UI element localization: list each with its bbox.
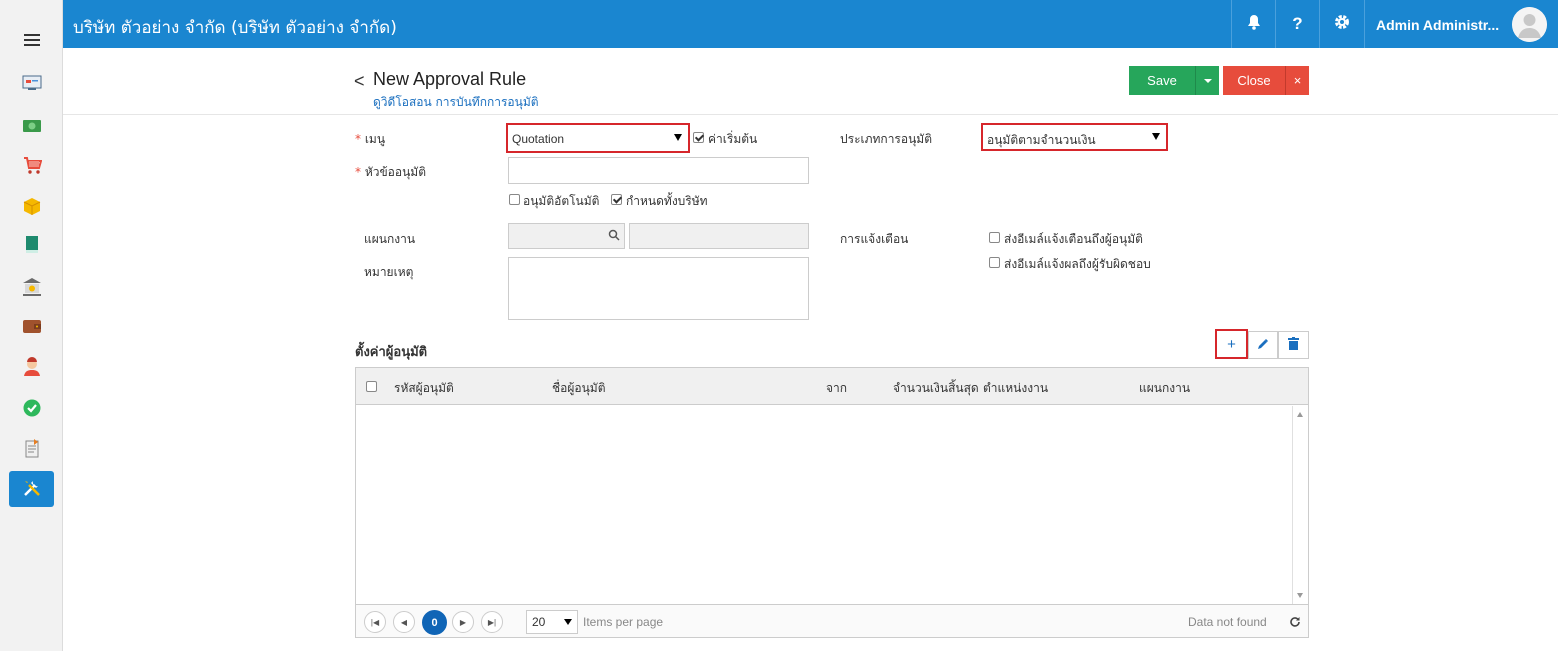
page-size-select[interactable]: 20 [526, 610, 578, 634]
default-checkbox[interactable] [693, 132, 704, 143]
remark-label: หมายเหตุ [364, 265, 414, 279]
auto-approve-checkbox[interactable] [509, 194, 520, 205]
grid-scrollbar[interactable] [1292, 406, 1308, 604]
report-icon[interactable] [22, 438, 42, 458]
save-button[interactable]: Save [1129, 66, 1195, 95]
approvers-grid: รหัสผู้อนุมัติ ชื่อผู้อนุมัติ จาก จำนวนเ… [355, 367, 1309, 638]
bell-icon [1247, 14, 1261, 35]
current-page[interactable]: 0 [422, 610, 447, 635]
remark-textarea[interactable] [508, 257, 809, 320]
column-header[interactable]: ตำแหน่งงาน [983, 379, 1048, 398]
required-mark: * [355, 132, 361, 146]
next-page-button[interactable]: ▶ [452, 611, 474, 633]
sidebar [0, 0, 63, 651]
caret-down-icon [674, 134, 682, 141]
refresh-icon[interactable] [1289, 616, 1301, 631]
gear-icon [1333, 13, 1351, 36]
menu-label: * เมนู [355, 132, 386, 146]
book-icon[interactable] [22, 235, 42, 255]
caret-down-icon [1152, 133, 1160, 140]
department-label: แผนกงาน [364, 232, 416, 246]
save-dropdown-button[interactable] [1195, 66, 1219, 95]
box-icon[interactable] [22, 196, 42, 216]
subject-label: * หัวข้ออนุมัติ [355, 165, 426, 179]
column-header[interactable]: ชื่อผู้อนุมัติ [552, 379, 606, 398]
close-button[interactable]: Close [1223, 66, 1285, 95]
pencil-icon [1257, 337, 1269, 354]
help-button[interactable]: ? [1275, 0, 1319, 48]
user-menu[interactable]: Admin Administr... [1364, 0, 1558, 48]
edit-approver-button[interactable] [1248, 331, 1278, 359]
notify-approver-label: ส่งอีเมล์แจ้งเตือนถึงผู้อนุมัติ [1004, 232, 1143, 246]
user-icon[interactable] [22, 357, 42, 377]
tutorial-link[interactable]: ดูวิดีโอสอน การบันทึกการอนุมัติ [373, 93, 539, 112]
department-name-input [629, 223, 809, 249]
notify-owner-label: ส่งอีเมล์แจ้งผลถึงผู้รับผิดชอบ [1004, 257, 1151, 271]
menu-select-value: Quotation [512, 132, 565, 146]
notify-approver-checkbox[interactable] [989, 232, 1000, 243]
default-label: ค่าเริ่มต้น [708, 132, 758, 146]
last-page-button[interactable]: ▶| [481, 611, 503, 633]
scroll-up-icon[interactable] [1297, 412, 1303, 417]
sidebar-item-settings[interactable] [9, 471, 54, 507]
column-header[interactable]: จาก [826, 379, 847, 398]
notify-label: การแจ้งเตือน [840, 232, 909, 246]
add-approver-button[interactable]: + [1215, 329, 1248, 359]
dashboard-icon[interactable] [22, 73, 42, 93]
help-icon: ? [1292, 14, 1303, 33]
page-title: New Approval Rule [373, 69, 527, 89]
header-divider [63, 114, 1558, 115]
grid-header: รหัสผู้อนุมัติ ชื่อผู้อนุมัติ จาก จำนวนเ… [356, 368, 1308, 405]
department-code-input[interactable] [508, 223, 625, 249]
column-header[interactable]: รหัสผู้อนุมัติ [394, 379, 454, 398]
money-icon[interactable] [22, 116, 42, 136]
company-title: บริษัท ตัวอย่าง จำกัด (บริษัท ตัวอย่าง จ… [73, 18, 397, 38]
auto-approve-label: อนุมัติอัตโนมัติ [523, 194, 600, 208]
wallet-icon[interactable] [22, 316, 42, 336]
hamburger-menu-icon[interactable] [24, 34, 40, 46]
subject-input[interactable] [508, 157, 809, 184]
caret-down-icon [564, 619, 572, 625]
approval-type-label: ประเภทการอนุมัติ [840, 132, 932, 146]
prev-page-button[interactable]: ◀ [393, 611, 415, 633]
delete-approver-button[interactable] [1278, 331, 1309, 359]
close-icon[interactable]: × [1285, 66, 1309, 95]
first-page-button[interactable]: |◀ [364, 611, 386, 633]
page-size-value: 20 [532, 615, 546, 629]
approval-type-value: อนุมัติตามจำนวนเงิน [987, 133, 1096, 147]
scroll-down-icon[interactable] [1297, 593, 1303, 598]
avatar[interactable] [1512, 7, 1547, 42]
user-name: Admin Administr... [1376, 17, 1500, 33]
plus-icon: + [1227, 335, 1236, 353]
back-icon[interactable]: < [354, 71, 365, 92]
approval-type-select[interactable]: อนุมัติตามจำนวนเงิน [981, 123, 1168, 151]
top-bar: บริษัท ตัวอย่าง จำกัด (บริษัท ตัวอย่าง จ… [63, 0, 1558, 48]
items-per-page-label: Items per page [583, 615, 664, 629]
bank-icon[interactable] [22, 277, 42, 297]
notify-owner-checkbox[interactable] [989, 257, 1000, 268]
tools-icon [22, 478, 42, 501]
select-all-checkbox[interactable] [366, 381, 377, 392]
caret-down-icon [1203, 78, 1212, 83]
cart-icon[interactable] [22, 155, 42, 175]
search-icon[interactable] [608, 229, 620, 244]
notification-button[interactable] [1231, 0, 1275, 48]
settings-button[interactable] [1319, 0, 1363, 48]
empty-message: Data not found [1188, 615, 1267, 629]
company-wide-checkbox[interactable] [611, 194, 622, 205]
menu-select[interactable]: Quotation [506, 123, 690, 153]
approve-icon[interactable] [22, 398, 42, 418]
company-wide-label: กำหนดทั้งบริษัท [626, 194, 708, 208]
approvers-section-title: ตั้งค่าผู้อนุมัติ [355, 345, 428, 360]
trash-icon [1288, 336, 1299, 354]
column-header[interactable]: แผนกงาน [1139, 379, 1190, 398]
column-header[interactable]: จำนวนเงินสิ้นสุด [893, 379, 979, 398]
grid-pager: |◀ ◀ 0 ▶ ▶| 20 Items per page Data not f… [356, 604, 1308, 637]
